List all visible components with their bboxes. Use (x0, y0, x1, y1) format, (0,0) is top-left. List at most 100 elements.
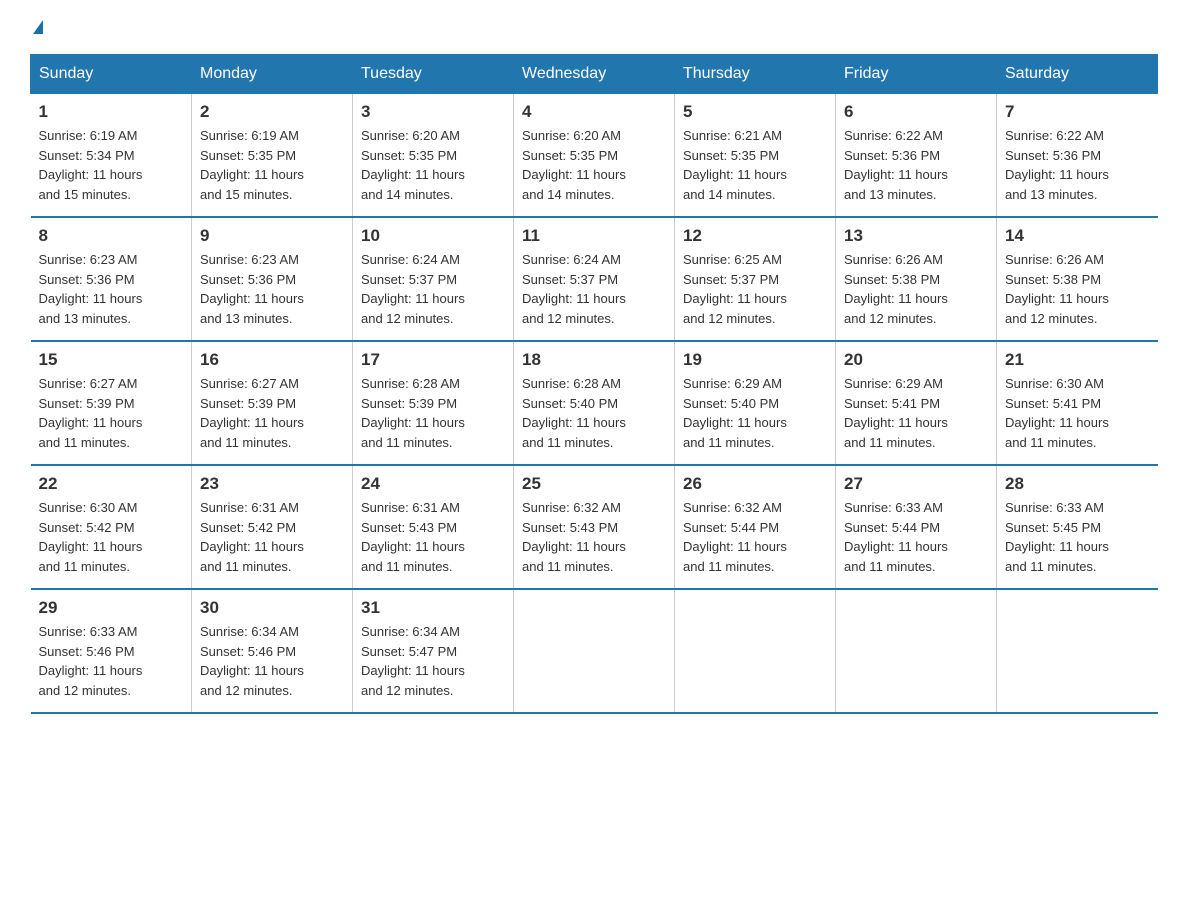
calendar-cell: 2 Sunrise: 6:19 AM Sunset: 5:35 PM Dayli… (192, 94, 353, 218)
day-info: Sunrise: 6:26 AM Sunset: 5:38 PM Dayligh… (844, 250, 988, 328)
day-info: Sunrise: 6:33 AM Sunset: 5:44 PM Dayligh… (844, 498, 988, 576)
day-number: 29 (39, 598, 184, 618)
day-info: Sunrise: 6:20 AM Sunset: 5:35 PM Dayligh… (522, 126, 666, 204)
calendar-cell: 30 Sunrise: 6:34 AM Sunset: 5:46 PM Dayl… (192, 589, 353, 713)
day-info: Sunrise: 6:21 AM Sunset: 5:35 PM Dayligh… (683, 126, 827, 204)
day-number: 6 (844, 102, 988, 122)
calendar-cell: 12 Sunrise: 6:25 AM Sunset: 5:37 PM Dayl… (675, 217, 836, 341)
day-number: 3 (361, 102, 505, 122)
day-info: Sunrise: 6:31 AM Sunset: 5:42 PM Dayligh… (200, 498, 344, 576)
day-info: Sunrise: 6:19 AM Sunset: 5:35 PM Dayligh… (200, 126, 344, 204)
day-number: 4 (522, 102, 666, 122)
calendar-cell: 4 Sunrise: 6:20 AM Sunset: 5:35 PM Dayli… (514, 94, 675, 218)
header-tuesday: Tuesday (353, 55, 514, 94)
calendar-cell: 1 Sunrise: 6:19 AM Sunset: 5:34 PM Dayli… (31, 94, 192, 218)
calendar-cell: 19 Sunrise: 6:29 AM Sunset: 5:40 PM Dayl… (675, 341, 836, 465)
calendar-header-row: SundayMondayTuesdayWednesdayThursdayFrid… (31, 55, 1158, 94)
day-info: Sunrise: 6:32 AM Sunset: 5:43 PM Dayligh… (522, 498, 666, 576)
header-monday: Monday (192, 55, 353, 94)
calendar-table: SundayMondayTuesdayWednesdayThursdayFrid… (30, 54, 1158, 714)
calendar-cell: 8 Sunrise: 6:23 AM Sunset: 5:36 PM Dayli… (31, 217, 192, 341)
day-number: 17 (361, 350, 505, 370)
calendar-cell: 6 Sunrise: 6:22 AM Sunset: 5:36 PM Dayli… (836, 94, 997, 218)
day-info: Sunrise: 6:27 AM Sunset: 5:39 PM Dayligh… (200, 374, 344, 452)
day-info: Sunrise: 6:22 AM Sunset: 5:36 PM Dayligh… (1005, 126, 1150, 204)
calendar-cell: 25 Sunrise: 6:32 AM Sunset: 5:43 PM Dayl… (514, 465, 675, 589)
calendar-cell: 18 Sunrise: 6:28 AM Sunset: 5:40 PM Dayl… (514, 341, 675, 465)
day-number: 23 (200, 474, 344, 494)
day-info: Sunrise: 6:32 AM Sunset: 5:44 PM Dayligh… (683, 498, 827, 576)
calendar-cell (836, 589, 997, 713)
week-row-4: 22 Sunrise: 6:30 AM Sunset: 5:42 PM Dayl… (31, 465, 1158, 589)
day-info: Sunrise: 6:27 AM Sunset: 5:39 PM Dayligh… (39, 374, 184, 452)
day-number: 15 (39, 350, 184, 370)
day-number: 14 (1005, 226, 1150, 246)
calendar-cell: 14 Sunrise: 6:26 AM Sunset: 5:38 PM Dayl… (997, 217, 1158, 341)
day-number: 20 (844, 350, 988, 370)
week-row-1: 1 Sunrise: 6:19 AM Sunset: 5:34 PM Dayli… (31, 94, 1158, 218)
day-info: Sunrise: 6:23 AM Sunset: 5:36 PM Dayligh… (39, 250, 184, 328)
day-info: Sunrise: 6:29 AM Sunset: 5:41 PM Dayligh… (844, 374, 988, 452)
day-info: Sunrise: 6:28 AM Sunset: 5:40 PM Dayligh… (522, 374, 666, 452)
day-info: Sunrise: 6:28 AM Sunset: 5:39 PM Dayligh… (361, 374, 505, 452)
day-number: 13 (844, 226, 988, 246)
header-sunday: Sunday (31, 55, 192, 94)
calendar-cell: 10 Sunrise: 6:24 AM Sunset: 5:37 PM Dayl… (353, 217, 514, 341)
logo (30, 20, 43, 34)
day-info: Sunrise: 6:22 AM Sunset: 5:36 PM Dayligh… (844, 126, 988, 204)
day-number: 9 (200, 226, 344, 246)
day-number: 31 (361, 598, 505, 618)
header-saturday: Saturday (997, 55, 1158, 94)
week-row-5: 29 Sunrise: 6:33 AM Sunset: 5:46 PM Dayl… (31, 589, 1158, 713)
day-info: Sunrise: 6:31 AM Sunset: 5:43 PM Dayligh… (361, 498, 505, 576)
page-header (30, 20, 1158, 34)
calendar-cell: 9 Sunrise: 6:23 AM Sunset: 5:36 PM Dayli… (192, 217, 353, 341)
day-number: 16 (200, 350, 344, 370)
calendar-cell: 24 Sunrise: 6:31 AM Sunset: 5:43 PM Dayl… (353, 465, 514, 589)
calendar-cell: 5 Sunrise: 6:21 AM Sunset: 5:35 PM Dayli… (675, 94, 836, 218)
day-number: 1 (39, 102, 184, 122)
calendar-cell: 15 Sunrise: 6:27 AM Sunset: 5:39 PM Dayl… (31, 341, 192, 465)
calendar-cell: 21 Sunrise: 6:30 AM Sunset: 5:41 PM Dayl… (997, 341, 1158, 465)
calendar-cell: 23 Sunrise: 6:31 AM Sunset: 5:42 PM Dayl… (192, 465, 353, 589)
day-number: 12 (683, 226, 827, 246)
calendar-cell: 3 Sunrise: 6:20 AM Sunset: 5:35 PM Dayli… (353, 94, 514, 218)
day-info: Sunrise: 6:19 AM Sunset: 5:34 PM Dayligh… (39, 126, 184, 204)
day-info: Sunrise: 6:23 AM Sunset: 5:36 PM Dayligh… (200, 250, 344, 328)
calendar-cell: 27 Sunrise: 6:33 AM Sunset: 5:44 PM Dayl… (836, 465, 997, 589)
day-number: 30 (200, 598, 344, 618)
header-thursday: Thursday (675, 55, 836, 94)
calendar-cell: 7 Sunrise: 6:22 AM Sunset: 5:36 PM Dayli… (997, 94, 1158, 218)
day-number: 10 (361, 226, 505, 246)
day-number: 5 (683, 102, 827, 122)
day-info: Sunrise: 6:26 AM Sunset: 5:38 PM Dayligh… (1005, 250, 1150, 328)
day-number: 24 (361, 474, 505, 494)
calendar-cell: 20 Sunrise: 6:29 AM Sunset: 5:41 PM Dayl… (836, 341, 997, 465)
day-number: 18 (522, 350, 666, 370)
day-info: Sunrise: 6:33 AM Sunset: 5:46 PM Dayligh… (39, 622, 184, 700)
calendar-cell: 29 Sunrise: 6:33 AM Sunset: 5:46 PM Dayl… (31, 589, 192, 713)
day-number: 22 (39, 474, 184, 494)
day-info: Sunrise: 6:30 AM Sunset: 5:41 PM Dayligh… (1005, 374, 1150, 452)
calendar-cell: 17 Sunrise: 6:28 AM Sunset: 5:39 PM Dayl… (353, 341, 514, 465)
day-info: Sunrise: 6:20 AM Sunset: 5:35 PM Dayligh… (361, 126, 505, 204)
day-number: 27 (844, 474, 988, 494)
day-info: Sunrise: 6:30 AM Sunset: 5:42 PM Dayligh… (39, 498, 184, 576)
calendar-cell: 11 Sunrise: 6:24 AM Sunset: 5:37 PM Dayl… (514, 217, 675, 341)
day-info: Sunrise: 6:24 AM Sunset: 5:37 PM Dayligh… (361, 250, 505, 328)
day-info: Sunrise: 6:29 AM Sunset: 5:40 PM Dayligh… (683, 374, 827, 452)
day-number: 28 (1005, 474, 1150, 494)
day-info: Sunrise: 6:33 AM Sunset: 5:45 PM Dayligh… (1005, 498, 1150, 576)
calendar-cell (675, 589, 836, 713)
day-number: 11 (522, 226, 666, 246)
day-info: Sunrise: 6:25 AM Sunset: 5:37 PM Dayligh… (683, 250, 827, 328)
calendar-cell (514, 589, 675, 713)
day-number: 26 (683, 474, 827, 494)
week-row-2: 8 Sunrise: 6:23 AM Sunset: 5:36 PM Dayli… (31, 217, 1158, 341)
calendar-cell: 31 Sunrise: 6:34 AM Sunset: 5:47 PM Dayl… (353, 589, 514, 713)
day-number: 25 (522, 474, 666, 494)
header-friday: Friday (836, 55, 997, 94)
logo-triangle-icon (33, 20, 43, 34)
day-number: 8 (39, 226, 184, 246)
calendar-cell: 13 Sunrise: 6:26 AM Sunset: 5:38 PM Dayl… (836, 217, 997, 341)
